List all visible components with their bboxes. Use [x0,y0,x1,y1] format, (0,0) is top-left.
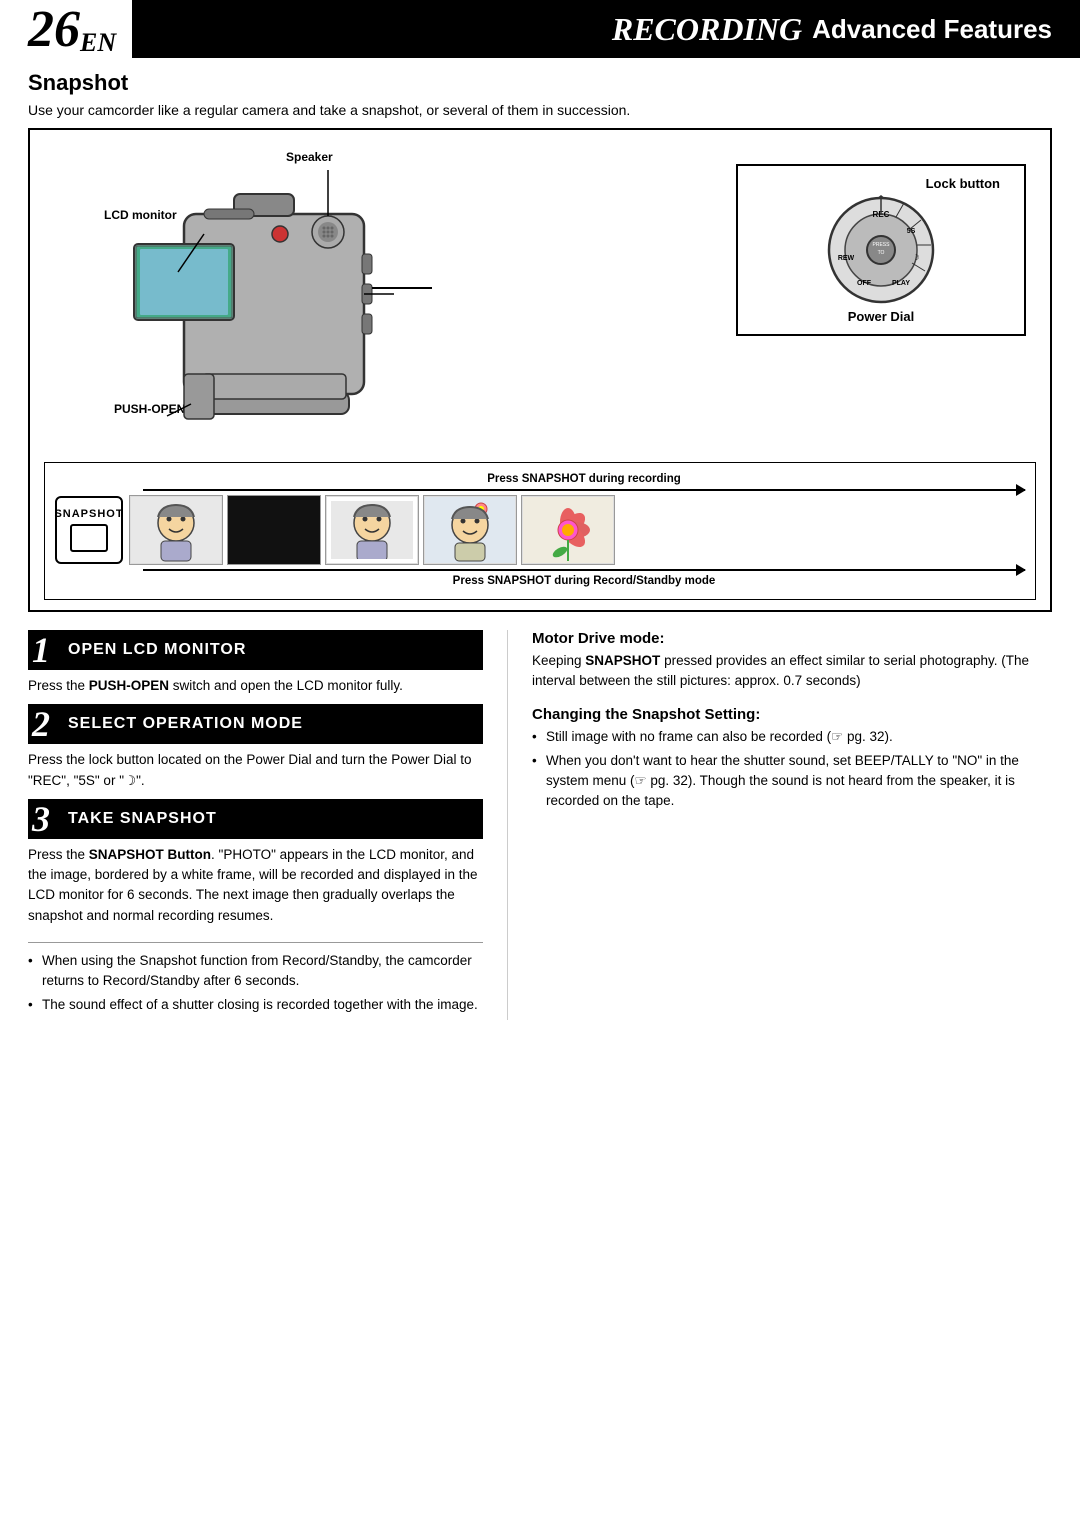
arrow-bottom-label: Press SNAPSHOT during Record/Standby mod… [143,575,1025,587]
camera-illustration [84,154,464,448]
svg-text:5S: 5S [907,228,916,235]
right-bullet-list: Still image with no frame can also be re… [532,727,1052,812]
section-title: Snapshot [0,66,1080,102]
step-2-number: 2 [28,704,64,744]
bottom-arrow-line [143,569,1025,571]
right-bullet-1: Still image with no frame can also be re… [532,727,1052,747]
snapshot-button-illustration: SNAPSHOT [55,496,123,564]
arrow-bottom [143,569,1025,571]
step-2: 2 SELECT OPERATION MODE Press the lock b… [28,704,483,799]
power-dial-callout: Lock button REC 5S ☽ PLAY OFF REW [736,164,1026,336]
step-3-body: Press the SNAPSHOT Button. "PHOTO" appea… [28,845,483,934]
steps-left-column: 1 OPEN LCD MONITOR Press the PUSH-OPEN s… [28,630,508,1020]
step-2-header: 2 SELECT OPERATION MODE [28,704,483,744]
right-bullet-2: When you don't want to hear the shutter … [532,751,1052,812]
advanced-features-label: Advanced Features [812,14,1052,45]
svg-text:OFF: OFF [857,280,872,287]
svg-text:☽: ☽ [912,253,919,262]
changing-setting-title: Changing the Snapshot Setting: [532,706,1052,723]
changing-setting-section: Changing the Snapshot Setting: Still ima… [532,706,1052,812]
snapshot-frame-3 [325,495,419,565]
left-bullet-2: The sound effect of a shutter closing is… [28,995,483,1015]
top-arrow-line [143,489,1025,491]
diagram-box: Speaker LCD monitor PUSH-OPEN [28,128,1052,612]
snapshot-frame-5 [521,495,615,565]
step-1-number: 1 [28,630,64,670]
snapshot-image-sequence [129,495,1025,565]
steps-right-column: Motor Drive mode: Keeping SNAPSHOT press… [508,630,1052,1020]
step-1: 1 OPEN LCD MONITOR Press the PUSH-OPEN s… [28,630,483,704]
svg-text:TO: TO [878,250,885,256]
snapshot-main-row: SNAPSHOT [55,495,1025,565]
callout-arrow-line [372,287,432,289]
arrow-top [143,489,1025,491]
snapshot-button-rect [70,524,108,552]
snapshot-frame-4 [423,495,517,565]
power-dial-label: Power Dial [752,309,1010,324]
header-title-bar: RECORDING Advanced Features [132,0,1080,58]
motor-drive-title: Motor Drive mode: [532,630,1052,647]
step-1-header: 1 OPEN LCD MONITOR [28,630,483,670]
snapshot-frame-2 [227,495,321,565]
snapshot-frame-1 [129,495,223,565]
svg-text:PRESS: PRESS [873,242,891,248]
lock-button-label: Lock button [752,176,1010,191]
motor-drive-section: Motor Drive mode: Keeping SNAPSHOT press… [532,630,1052,692]
recording-label: RECORDING [612,11,802,48]
left-bullet-1: When using the Snapshot function from Re… [28,951,483,992]
svg-text:PLAY: PLAY [892,280,910,287]
page-header: 26EN RECORDING Advanced Features [0,0,1080,58]
power-dial-illustration: REC 5S ☽ PLAY OFF REW PRESS TO [826,195,936,305]
step-3-header: 3 TAKE SNAPSHOT [28,799,483,839]
arrow-top-label: Press SNAPSHOT during recording [143,473,1025,485]
step-1-body: Press the PUSH-OPEN switch and open the … [28,676,483,704]
camera-area: Speaker LCD monitor PUSH-OPEN [44,144,1036,454]
snapshot-sequence-box: Press SNAPSHOT during recording SNAPSHOT [44,462,1036,600]
page-number: 26EN [0,0,116,58]
step-2-body: Press the lock button located on the Pow… [28,750,483,799]
page-suffix: EN [80,30,116,56]
divider-1 [28,942,483,943]
step-3-number: 3 [28,799,64,839]
steps-section: 1 OPEN LCD MONITOR Press the PUSH-OPEN s… [0,630,1080,1020]
step-3-title: TAKE SNAPSHOT [64,799,217,839]
step-2-title: SELECT OPERATION MODE [64,704,303,744]
page-num-text: 26 [28,4,80,56]
left-bullet-list: When using the Snapshot function from Re… [28,951,483,1016]
motor-drive-body: Keeping SNAPSHOT pressed provides an eff… [532,651,1052,692]
section-intro: Use your camcorder like a regular camera… [0,102,1080,128]
snapshot-button-label: SNAPSHOT [54,508,123,520]
step-1-title: OPEN LCD MONITOR [64,630,246,670]
step-3: 3 TAKE SNAPSHOT Press the SNAPSHOT Butto… [28,799,483,934]
svg-text:REW: REW [838,255,855,262]
